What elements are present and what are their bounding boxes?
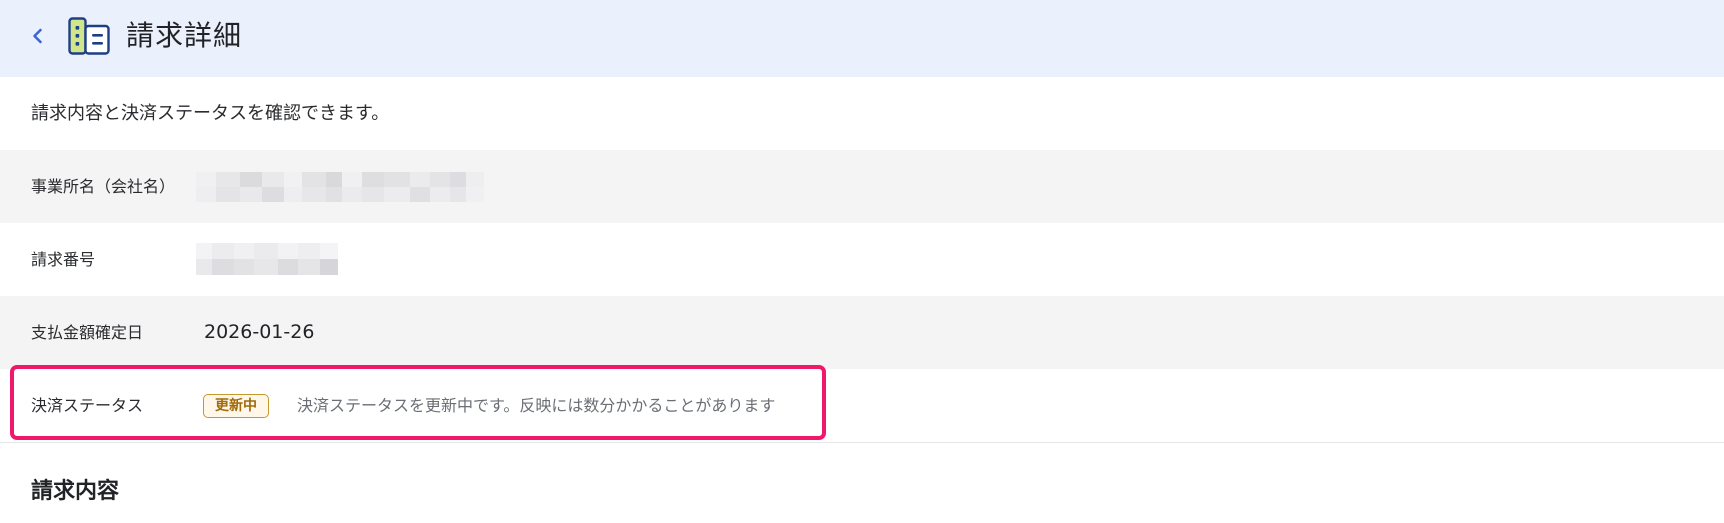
invoice-number-value-blurred: [196, 243, 338, 275]
building-icon: [68, 17, 110, 55]
company-name-label: 事業所名（会社名）: [31, 177, 176, 196]
status-badge: 更新中: [203, 394, 269, 418]
payment-date-row: 支払金額確定日 2026-01-26: [0, 296, 1724, 369]
page-description: 請求内容と決済ステータスを確認できます。: [31, 103, 390, 124]
company-name-row: 事業所名（会社名）: [0, 150, 1724, 223]
invoice-number-row: 請求番号: [0, 223, 1724, 296]
payment-status-label: 決済ステータス: [31, 396, 144, 415]
page-header: 請求詳細: [0, 0, 1724, 77]
payment-date-value: 2026-01-26: [204, 321, 315, 343]
section-heading: 請求内容: [31, 479, 120, 504]
chevron-left-icon[interactable]: [28, 24, 48, 48]
page-title: 請求詳細: [126, 19, 243, 52]
invoice-number-label: 請求番号: [31, 250, 96, 269]
company-name-value-blurred: [196, 172, 484, 202]
payment-date-label: 支払金額確定日: [31, 323, 144, 342]
payment-status-row: 決済ステータス 更新中 決済ステータスを更新中です。反映には数分かかることがあり…: [0, 369, 1724, 442]
section-divider: [0, 442, 1724, 443]
status-message: 決済ステータスを更新中です。反映には数分かかることがあります: [297, 396, 776, 415]
